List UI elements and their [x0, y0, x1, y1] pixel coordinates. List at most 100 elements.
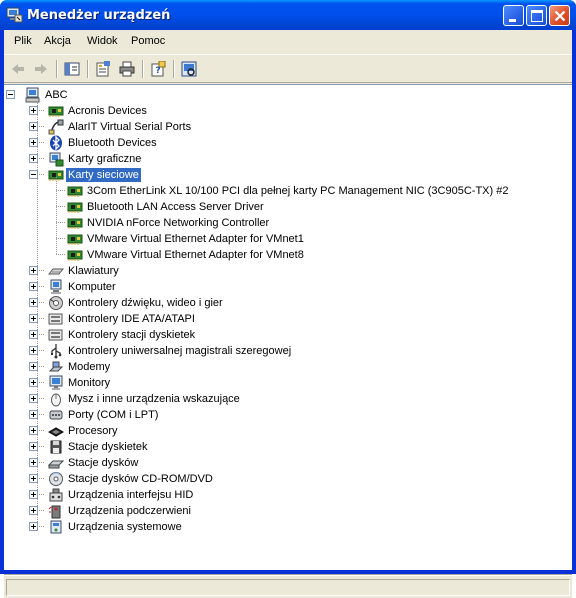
show-hide-console-tree-icon[interactable]	[61, 58, 83, 80]
expand-icon[interactable]	[29, 362, 38, 371]
tree-item-label[interactable]: Kontrolery uniwersalnej magistrali szere…	[68, 344, 291, 358]
tree-item-label[interactable]: Karty sieciowe	[66, 168, 141, 182]
tree-category[interactable]: Acronis Devices	[4, 103, 564, 119]
tree-category[interactable]: Kontrolery uniwersalnej magistrali szere…	[4, 343, 564, 359]
tree-category[interactable]: Komputer	[4, 279, 564, 295]
close-button[interactable]	[549, 5, 570, 26]
expand-icon[interactable]	[29, 394, 38, 403]
tree-category[interactable]: Modemy	[4, 359, 564, 375]
collapse-icon[interactable]	[29, 170, 38, 179]
expand-icon[interactable]	[29, 138, 38, 147]
expand-icon[interactable]	[29, 506, 38, 515]
tree-item-label[interactable]: NVIDIA nForce Networking Controller	[87, 216, 269, 230]
tree-item-label[interactable]: Karty graficzne	[68, 152, 141, 166]
network-adapter-icon	[67, 183, 83, 199]
expand-icon[interactable]	[29, 458, 38, 467]
tree-item-label[interactable]: Urządzenia interfejsu HID	[68, 488, 193, 502]
tree-category[interactable]: Stacje dyskietek	[4, 439, 564, 455]
tree-item-label[interactable]: Porty (COM i LPT)	[68, 408, 158, 422]
tree-item-label[interactable]: VMware Virtual Ethernet Adapter for VMne…	[87, 248, 304, 262]
tree-category[interactable]: Monitory	[4, 375, 564, 391]
expand-icon[interactable]	[29, 106, 38, 115]
tree-item-label[interactable]: Procesory	[68, 424, 118, 438]
forward-arrow-icon[interactable]	[30, 58, 52, 80]
tree-category[interactable]: Kontrolery stacji dyskietek	[4, 327, 564, 343]
tree-category[interactable]: Mysz i inne urządzenia wskazujące	[4, 391, 564, 407]
expand-icon[interactable]	[29, 442, 38, 451]
tree-item-label[interactable]: Acronis Devices	[68, 104, 147, 118]
collapse-icon[interactable]	[6, 90, 15, 99]
menu-widok[interactable]: Widok	[87, 35, 118, 47]
expand-icon[interactable]	[29, 330, 38, 339]
tree-category[interactable]: Porty (COM i LPT)	[4, 407, 564, 423]
tree-item-label[interactable]: VMware Virtual Ethernet Adapter for VMne…	[87, 232, 304, 246]
expand-icon[interactable]	[29, 314, 38, 323]
tree-device[interactable]: NVIDIA nForce Networking Controller	[4, 215, 564, 231]
tree-item-label[interactable]: Stacje dysków CD-ROM/DVD	[68, 472, 213, 486]
expand-icon[interactable]	[29, 378, 38, 387]
expand-icon[interactable]	[29, 282, 38, 291]
scan-hardware-icon[interactable]	[178, 58, 200, 80]
tree-category[interactable]: Urządzenia systemowe	[4, 519, 564, 535]
expand-icon[interactable]	[29, 522, 38, 531]
expand-icon[interactable]	[29, 266, 38, 275]
tree-category[interactable]: Urządzenia podczerwieni	[4, 503, 564, 519]
tree-category[interactable]: Karty graficzne	[4, 151, 564, 167]
menu-akcja[interactable]: Akcja	[44, 35, 71, 47]
tree-item-label[interactable]: Kontrolery stacji dyskietek	[68, 328, 195, 342]
device-tree[interactable]: ABC Acronis Devices AlarIT Virtual Serial …	[4, 84, 572, 575]
sound-icon	[48, 295, 64, 311]
tree-item-label[interactable]: Stacje dysków	[68, 456, 138, 470]
tree-device[interactable]: Bluetooth LAN Access Server Driver	[4, 199, 564, 215]
tree-item-label[interactable]: Urządzenia systemowe	[68, 520, 182, 534]
keyboard-icon	[47, 263, 65, 279]
tree-category[interactable]: Stacje dysków	[4, 455, 564, 471]
tree-item-label[interactable]: Monitory	[68, 376, 110, 390]
tree-item-label[interactable]: Kontrolery IDE ATA/ATAPI	[68, 312, 195, 326]
expand-icon[interactable]	[29, 490, 38, 499]
tree-category[interactable]: AlarIT Virtual Serial Ports	[4, 119, 564, 135]
tree-category[interactable]: Karty sieciowe	[4, 167, 564, 183]
tree-device[interactable]: 3Com EtherLink XL 10/100 PCI dla pełnej …	[4, 183, 564, 199]
tree-item-label[interactable]: Kontrolery dźwięku, wideo i gier	[68, 296, 223, 310]
expand-icon[interactable]	[29, 426, 38, 435]
tree-category[interactable]: Kontrolery dźwięku, wideo i gier	[4, 295, 564, 311]
minimize-button[interactable]	[503, 5, 524, 26]
tree-item-label[interactable]: Bluetooth Devices	[68, 136, 157, 150]
expand-icon[interactable]	[29, 122, 38, 131]
tree-item-label[interactable]: Modemy	[68, 360, 110, 374]
tree-root[interactable]: ABC	[4, 87, 564, 103]
tree-item-label[interactable]: ABC	[45, 88, 68, 102]
expand-icon[interactable]	[29, 410, 38, 419]
tree-device[interactable]: VMware Virtual Ethernet Adapter for VMne…	[4, 231, 564, 247]
tree-category[interactable]: Stacje dysków CD-ROM/DVD	[4, 471, 564, 487]
tree-category[interactable]: Klawiatury	[4, 263, 564, 279]
tree-item-label[interactable]: Mysz i inne urządzenia wskazujące	[68, 392, 240, 406]
tree-category[interactable]: Procesory	[4, 423, 564, 439]
tree-item-label[interactable]: AlarIT Virtual Serial Ports	[68, 120, 191, 134]
help-icon[interactable]: ?	[147, 58, 169, 80]
tree-item-label[interactable]: Urządzenia podczerwieni	[68, 504, 191, 518]
print-icon[interactable]	[116, 58, 138, 80]
expand-icon[interactable]	[29, 346, 38, 355]
tree-item-label[interactable]: Komputer	[68, 280, 116, 294]
title-bar[interactable]: Menedżer urządzeń	[0, 0, 576, 30]
svg-text:?: ?	[155, 66, 160, 76]
tree-item-label[interactable]: Klawiatury	[68, 264, 119, 278]
tree-category[interactable]: Bluetooth Devices	[4, 135, 564, 151]
tree-category[interactable]: Urządzenia interfejsu HID	[4, 487, 564, 503]
maximize-button[interactable]	[526, 5, 547, 26]
menu-pomoc[interactable]: Pomoc	[131, 35, 165, 47]
properties-icon[interactable]	[92, 58, 114, 80]
menu-plik[interactable]: Plik	[14, 35, 32, 47]
tree-item-label[interactable]: Stacje dyskietek	[68, 440, 147, 454]
network-adapter-icon	[67, 199, 83, 215]
tree-device[interactable]: VMware Virtual Ethernet Adapter for VMne…	[4, 247, 564, 263]
tree-item-label[interactable]: Bluetooth LAN Access Server Driver	[87, 200, 264, 214]
expand-icon[interactable]	[29, 474, 38, 483]
tree-category[interactable]: Kontrolery IDE ATA/ATAPI	[4, 311, 564, 327]
back-arrow-icon[interactable]	[7, 58, 29, 80]
expand-icon[interactable]	[29, 154, 38, 163]
expand-icon[interactable]	[29, 298, 38, 307]
tree-item-label[interactable]: 3Com EtherLink XL 10/100 PCI dla pełnej …	[87, 184, 508, 198]
